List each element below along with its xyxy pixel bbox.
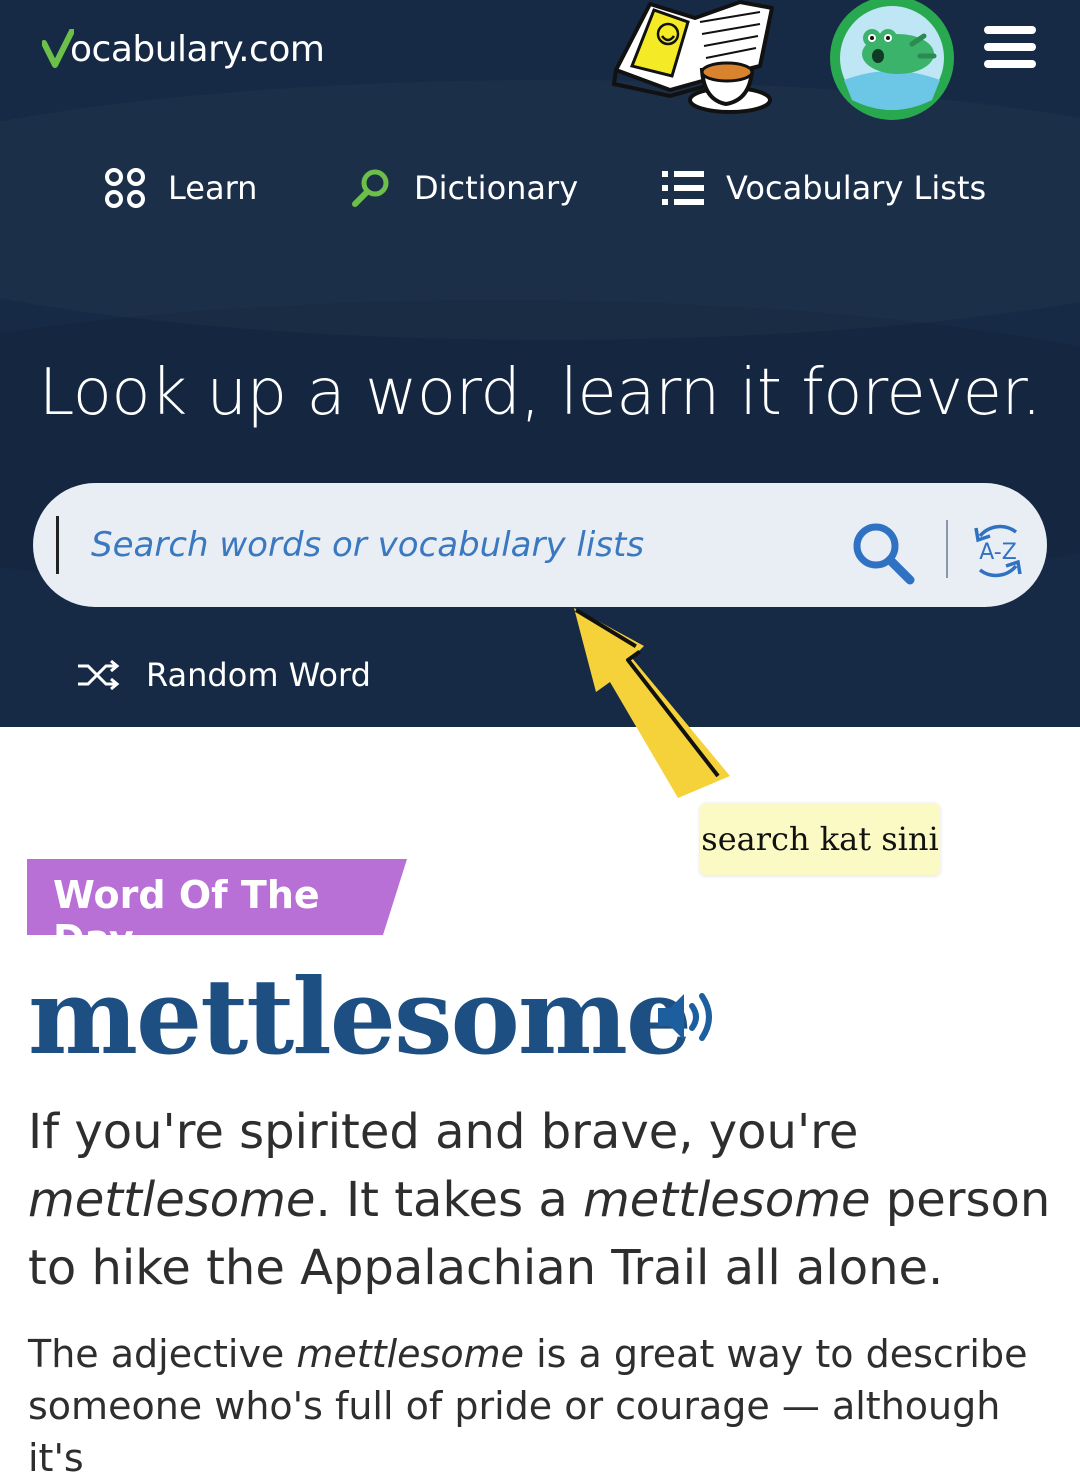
hero-tagline: Look up a word, learn it forever. (38, 356, 1042, 430)
word-short-description: If you're spirited and brave, you're met… (28, 1098, 1058, 1302)
longdef-text: The adjective (28, 1332, 297, 1376)
menu-bar (984, 43, 1036, 51)
random-word-label: Random Word (146, 656, 371, 694)
frog-avatar-icon[interactable] (828, 0, 956, 120)
search-divider (946, 520, 948, 578)
word-long-description: The adjective mettlesome is a great way … (28, 1328, 1058, 1484)
menu-bar (984, 26, 1036, 34)
site-logo[interactable]: ocabulary.com (42, 24, 325, 74)
reading-book-coffee-sticker (611, 0, 774, 114)
shuffle-icon (78, 660, 120, 690)
text-caret (56, 516, 59, 574)
nav-vocabulary-lists-label: Vocabulary Lists (726, 169, 987, 207)
nav-dictionary[interactable]: Dictionary (350, 160, 578, 216)
longdef-emphasis: mettlesome (296, 1332, 524, 1376)
learn-grid-icon (105, 168, 145, 208)
speaker-icon[interactable] (656, 988, 720, 1046)
blurb-emphasis: mettlesome (583, 1172, 871, 1228)
blurb-text: If you're spirited and brave, you're (28, 1104, 859, 1160)
blurb-emphasis: mettlesome (28, 1172, 316, 1228)
blurb-text: . It takes a (315, 1172, 584, 1228)
word-of-the-day-badge: Word Of The Day (27, 859, 407, 961)
search-icon[interactable] (850, 520, 916, 586)
annotation-note: search kat sini (700, 803, 940, 875)
word-of-the-day-title[interactable]: mettlesome (28, 955, 692, 1078)
nav-learn-label: Learn (168, 169, 258, 207)
svg-text:A-Z: A-Z (979, 540, 1017, 565)
menu-bar (984, 60, 1036, 68)
badge-label: Word Of The Day (53, 873, 320, 961)
magnifier-icon (352, 169, 389, 207)
a-z-icon[interactable]: A-Z (966, 518, 1030, 582)
search-input[interactable] (89, 505, 811, 585)
nav-dictionary-label: Dictionary (414, 169, 579, 207)
logo-text: ocabulary.com (70, 28, 325, 70)
nav-vocabulary-lists[interactable]: Vocabulary Lists (662, 160, 986, 216)
nav-learn[interactable]: Learn (104, 160, 257, 216)
list-icon (662, 171, 704, 205)
random-word-link[interactable]: Random Word (76, 652, 371, 698)
annotation-arrow (574, 608, 730, 798)
hamburger-menu-icon[interactable] (984, 26, 1036, 72)
